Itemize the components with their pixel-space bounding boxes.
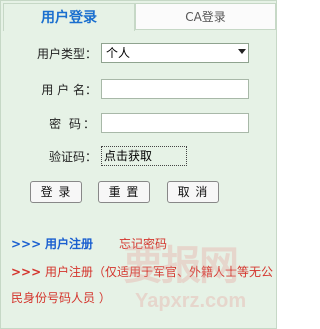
- login-button[interactable]: 登 录: [30, 181, 82, 203]
- reset-button[interactable]: 重 置: [98, 181, 150, 203]
- special-register-link-cont[interactable]: 民身份号码人员 ）: [11, 291, 111, 305]
- password-label: 密 码：: [49, 117, 97, 131]
- user-type-label: 用户类型：: [36, 47, 97, 61]
- user-register-link[interactable]: 用户注册: [45, 237, 93, 251]
- tab-user-login[interactable]: 用户登录: [3, 3, 135, 31]
- username-label: 用 户 名：: [41, 83, 97, 97]
- watermark-text: Yapxrz.com: [135, 290, 246, 312]
- cancel-button[interactable]: 取 消: [167, 181, 219, 203]
- chevron-down-icon: [238, 49, 246, 54]
- arrows-marker: >>>: [11, 237, 42, 251]
- user-type-value: 个人: [106, 46, 131, 60]
- password-row: 密 码：: [1, 113, 278, 135]
- password-input[interactable]: [101, 113, 249, 133]
- user-type-select[interactable]: 个人: [101, 43, 249, 63]
- username-input[interactable]: [101, 79, 249, 99]
- login-panel: 用户登录 CA登录 用户类型： 个人 用 户 名： 密 码： 验证码： 点击获取…: [0, 0, 277, 329]
- user-type-row: 用户类型： 个人: [1, 43, 278, 65]
- forgot-row: 忘记密码: [119, 235, 167, 252]
- register-row: >>> 用户注册: [11, 235, 93, 252]
- tab-ca-login[interactable]: CA登录: [135, 3, 276, 30]
- captcha-row: 验证码： 点击获取: [1, 146, 278, 168]
- username-row: 用 户 名：: [1, 79, 278, 101]
- login-tabs: 用户登录 CA登录: [1, 1, 278, 31]
- watermark-logo: 要报网 Yapxrz.com: [123, 244, 246, 312]
- arrows-marker-red: >>>: [11, 265, 42, 279]
- forgot-password-link[interactable]: 忘记密码: [119, 237, 167, 251]
- captcha-button[interactable]: 点击获取: [101, 146, 187, 166]
- special-register-link[interactable]: 用户注册（仅适用于军官、外籍人士等无公: [45, 265, 273, 279]
- special-register-row: >>> 用户注册（仅适用于军官、外籍人士等无公: [11, 263, 273, 280]
- captcha-label: 验证码：: [48, 150, 97, 164]
- special-register-row-2: 民身份号码人员 ）: [11, 289, 111, 306]
